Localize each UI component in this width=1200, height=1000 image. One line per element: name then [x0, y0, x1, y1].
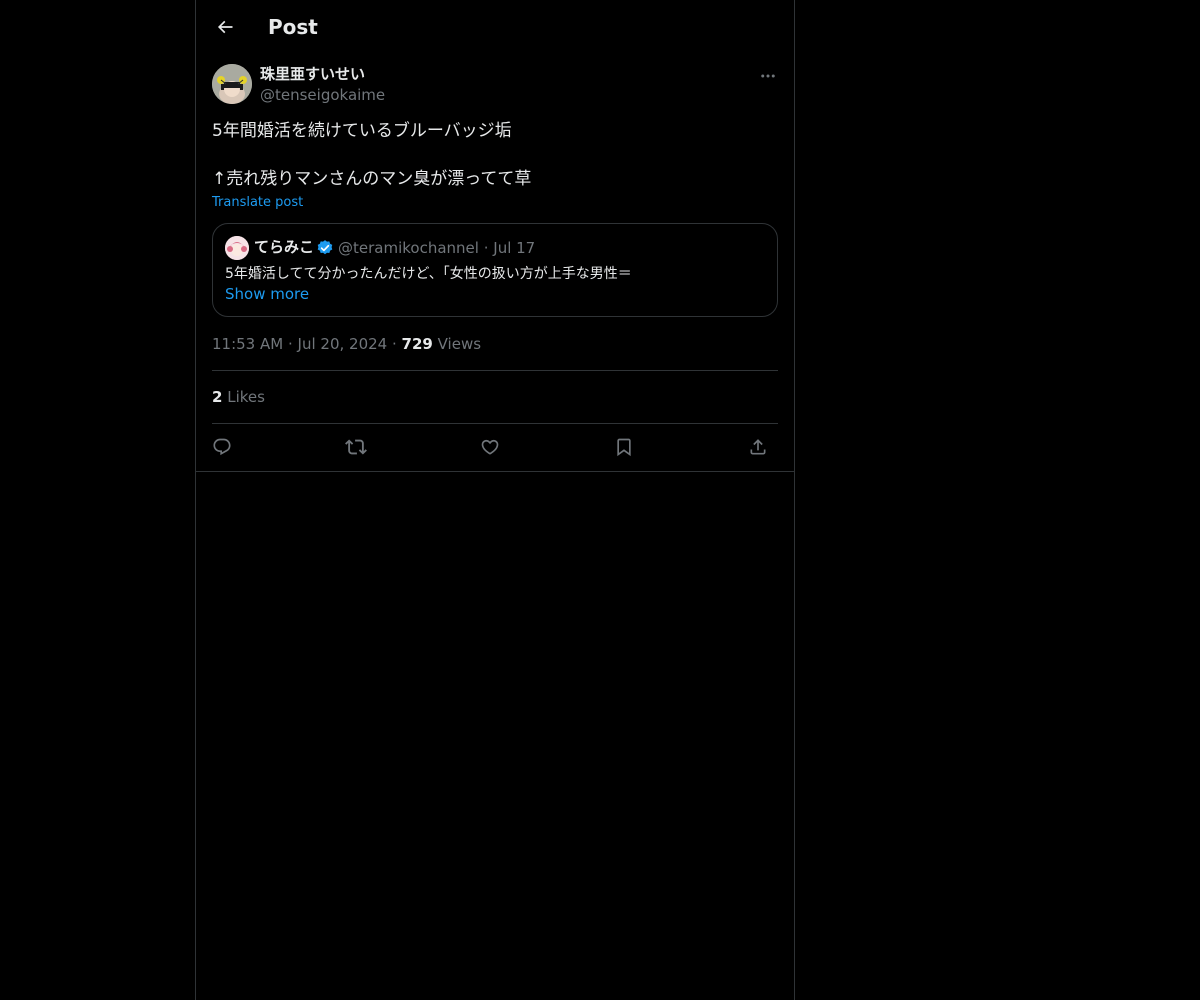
author-avatar[interactable]: [212, 64, 252, 104]
quote-author-name: てらみこ: [254, 238, 315, 256]
likes-stat[interactable]: 2 Likes: [212, 387, 265, 407]
post-metadata: 11:53 AM · Jul 20, 2024 · 729 Views: [212, 334, 481, 354]
avatar-image: [212, 64, 252, 104]
author-display-name[interactable]: 珠里亜すいせい: [260, 64, 365, 84]
more-horizontal-icon: [761, 74, 775, 78]
back-button[interactable]: [208, 10, 242, 44]
reply-icon: [213, 438, 231, 456]
reply-button[interactable]: [207, 432, 237, 462]
arrow-left-icon: [217, 20, 233, 34]
like-icon: [481, 439, 499, 455]
verified-badge-icon: [317, 240, 333, 255]
page-title: Post: [268, 15, 318, 39]
quote-avatar-image: [225, 236, 249, 260]
repost-button[interactable]: [341, 432, 371, 462]
post-date[interactable]: Jul 20, 2024: [298, 335, 388, 353]
repost-icon: [345, 439, 367, 455]
views-label: Views: [437, 335, 482, 353]
quoted-post[interactable]: てらみこ @teramikochannel · Jul 17 5年婚活してて分か…: [212, 223, 778, 317]
translate-post-link[interactable]: Translate post: [212, 194, 303, 212]
likes-count: 2: [212, 388, 223, 406]
post-time[interactable]: 11:53 AM: [212, 335, 283, 353]
action-bar: [212, 432, 778, 462]
likes-label: Likes: [227, 388, 265, 406]
post-header: Post: [196, 0, 794, 53]
separator-dot: ·: [391, 335, 402, 353]
post-column: Post 珠里亜すいせい @tenseigokaime 5年間婚活を続けているブ…: [195, 0, 795, 1000]
quote-text: 5年婚活してて分かったんだけど、「女性の扱い方が上手な男性＝: [225, 266, 632, 282]
divider: [212, 423, 778, 424]
separator-dot: ·: [483, 239, 494, 257]
like-button[interactable]: [475, 432, 505, 462]
separator-dot: ·: [287, 335, 298, 353]
author-handle[interactable]: @tenseigokaime: [260, 85, 385, 105]
post-text: 5年間婚活を続けているブルーバッジ垢 ↑売れ残りマンさんのマン臭が漂ってて草: [212, 121, 532, 189]
bookmark-button[interactable]: [609, 432, 639, 462]
quote-author-handle: @teramikochannel: [338, 239, 479, 257]
quote-meta: @teramikochannel · Jul 17: [338, 238, 535, 258]
bookmark-icon: [617, 438, 631, 457]
share-button[interactable]: [743, 432, 773, 462]
divider: [196, 471, 794, 472]
quote-date: Jul 17: [493, 239, 536, 257]
more-options-button[interactable]: [756, 64, 780, 88]
show-more-link[interactable]: Show more: [225, 284, 309, 304]
views-count: 729: [401, 335, 433, 353]
share-icon: [750, 439, 766, 455]
divider: [212, 370, 778, 371]
quote-author-avatar: [225, 236, 249, 260]
